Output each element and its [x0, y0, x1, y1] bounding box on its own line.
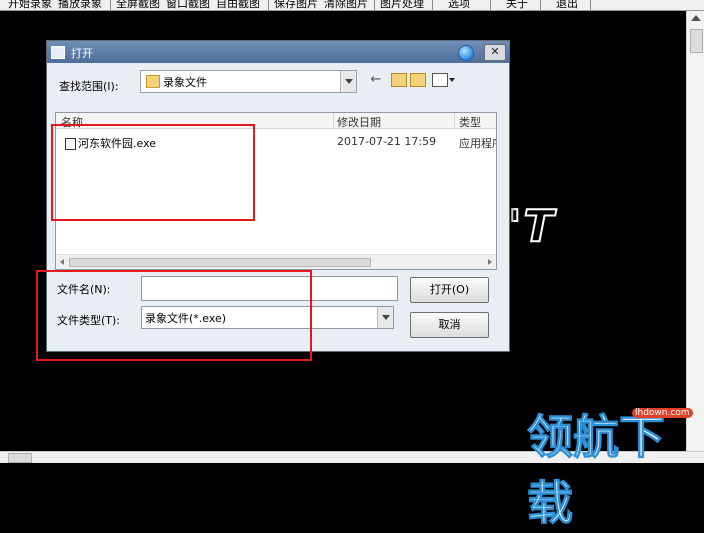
- look-in-dropdown[interactable]: 录象文件: [140, 70, 357, 93]
- menu-clear-image[interactable]: 清除图片: [324, 0, 368, 10]
- cancel-button[interactable]: 取消: [410, 312, 489, 338]
- scroll-right-arrow-icon[interactable]: [488, 259, 492, 265]
- window-icon: [51, 46, 65, 59]
- menu-options[interactable]: 选项: [448, 0, 470, 10]
- open-button[interactable]: 打开(O): [410, 277, 489, 303]
- watermark-text: 领航下载: [527, 410, 666, 531]
- list-horizontal-scrollbar[interactable]: [56, 254, 496, 269]
- dialog-titlebar[interactable]: 打开 ✕: [47, 41, 509, 63]
- menu-separator: [432, 0, 433, 10]
- menu-image-process[interactable]: 图片处理: [380, 0, 424, 10]
- up-folder-icon[interactable]: [391, 73, 407, 87]
- help-icon[interactable]: [458, 45, 474, 61]
- dropdown-button[interactable]: [377, 307, 393, 328]
- menu-separator: [540, 0, 541, 10]
- menu-save-image[interactable]: 保存图片: [274, 0, 318, 10]
- new-folder-icon[interactable]: [410, 73, 426, 87]
- folder-icon: [146, 75, 160, 88]
- menu-separator: [268, 0, 269, 10]
- menu-separator: [374, 0, 375, 10]
- view-menu-icon[interactable]: [432, 73, 448, 87]
- look-in-label: 查找范围(I):: [59, 80, 119, 93]
- dialog-title: 打开: [71, 47, 93, 60]
- scroll-left-arrow-icon[interactable]: [60, 259, 64, 265]
- menu-about[interactable]: 关于: [506, 0, 528, 10]
- menu-separator: [110, 0, 111, 10]
- view-menu-dropdown-icon[interactable]: [449, 78, 455, 82]
- file-modified: 2017-07-21 17:59: [337, 135, 437, 148]
- menubar: 开始录象 播放录象 全屏截图 窗口截图 自由截图 保存图片 清除图片 图片处理 …: [0, 0, 704, 11]
- menu-exit[interactable]: 退出: [556, 0, 578, 10]
- menu-free-capture[interactable]: 自由截图: [216, 0, 260, 10]
- scroll-thumb[interactable]: [69, 258, 371, 267]
- background-logo: 'T: [507, 200, 556, 253]
- file-type: 应用程序: [459, 137, 496, 150]
- column-header-modified[interactable]: 修改日期: [337, 114, 381, 130]
- highlight-box-file: [51, 124, 255, 221]
- menu-window-capture[interactable]: 窗口截图: [166, 0, 210, 10]
- scroll-up-arrow-icon[interactable]: [691, 15, 701, 21]
- menu-separator: [490, 0, 491, 10]
- menu-fullscreen-capture[interactable]: 全屏截图: [116, 0, 160, 10]
- scroll-thumb[interactable]: [690, 29, 703, 53]
- look-in-value: 录象文件: [163, 76, 207, 89]
- column-divider[interactable]: [333, 113, 334, 128]
- menu-separator: [590, 0, 591, 10]
- menu-play-record[interactable]: 播放录象: [58, 0, 102, 10]
- column-divider[interactable]: [454, 113, 455, 128]
- chevron-down-icon: [345, 79, 353, 84]
- vertical-scrollbar[interactable]: [686, 11, 704, 451]
- column-header-type[interactable]: 类型: [459, 114, 481, 130]
- highlight-box-inputs: [36, 270, 312, 361]
- watermark-url: lhdown.com: [632, 408, 693, 418]
- dropdown-button[interactable]: [340, 71, 356, 92]
- menu-start-record[interactable]: 开始录象: [8, 0, 52, 10]
- chevron-down-icon: [382, 315, 390, 320]
- back-arrow-icon[interactable]: ←: [369, 73, 383, 87]
- close-button[interactable]: ✕: [484, 44, 506, 61]
